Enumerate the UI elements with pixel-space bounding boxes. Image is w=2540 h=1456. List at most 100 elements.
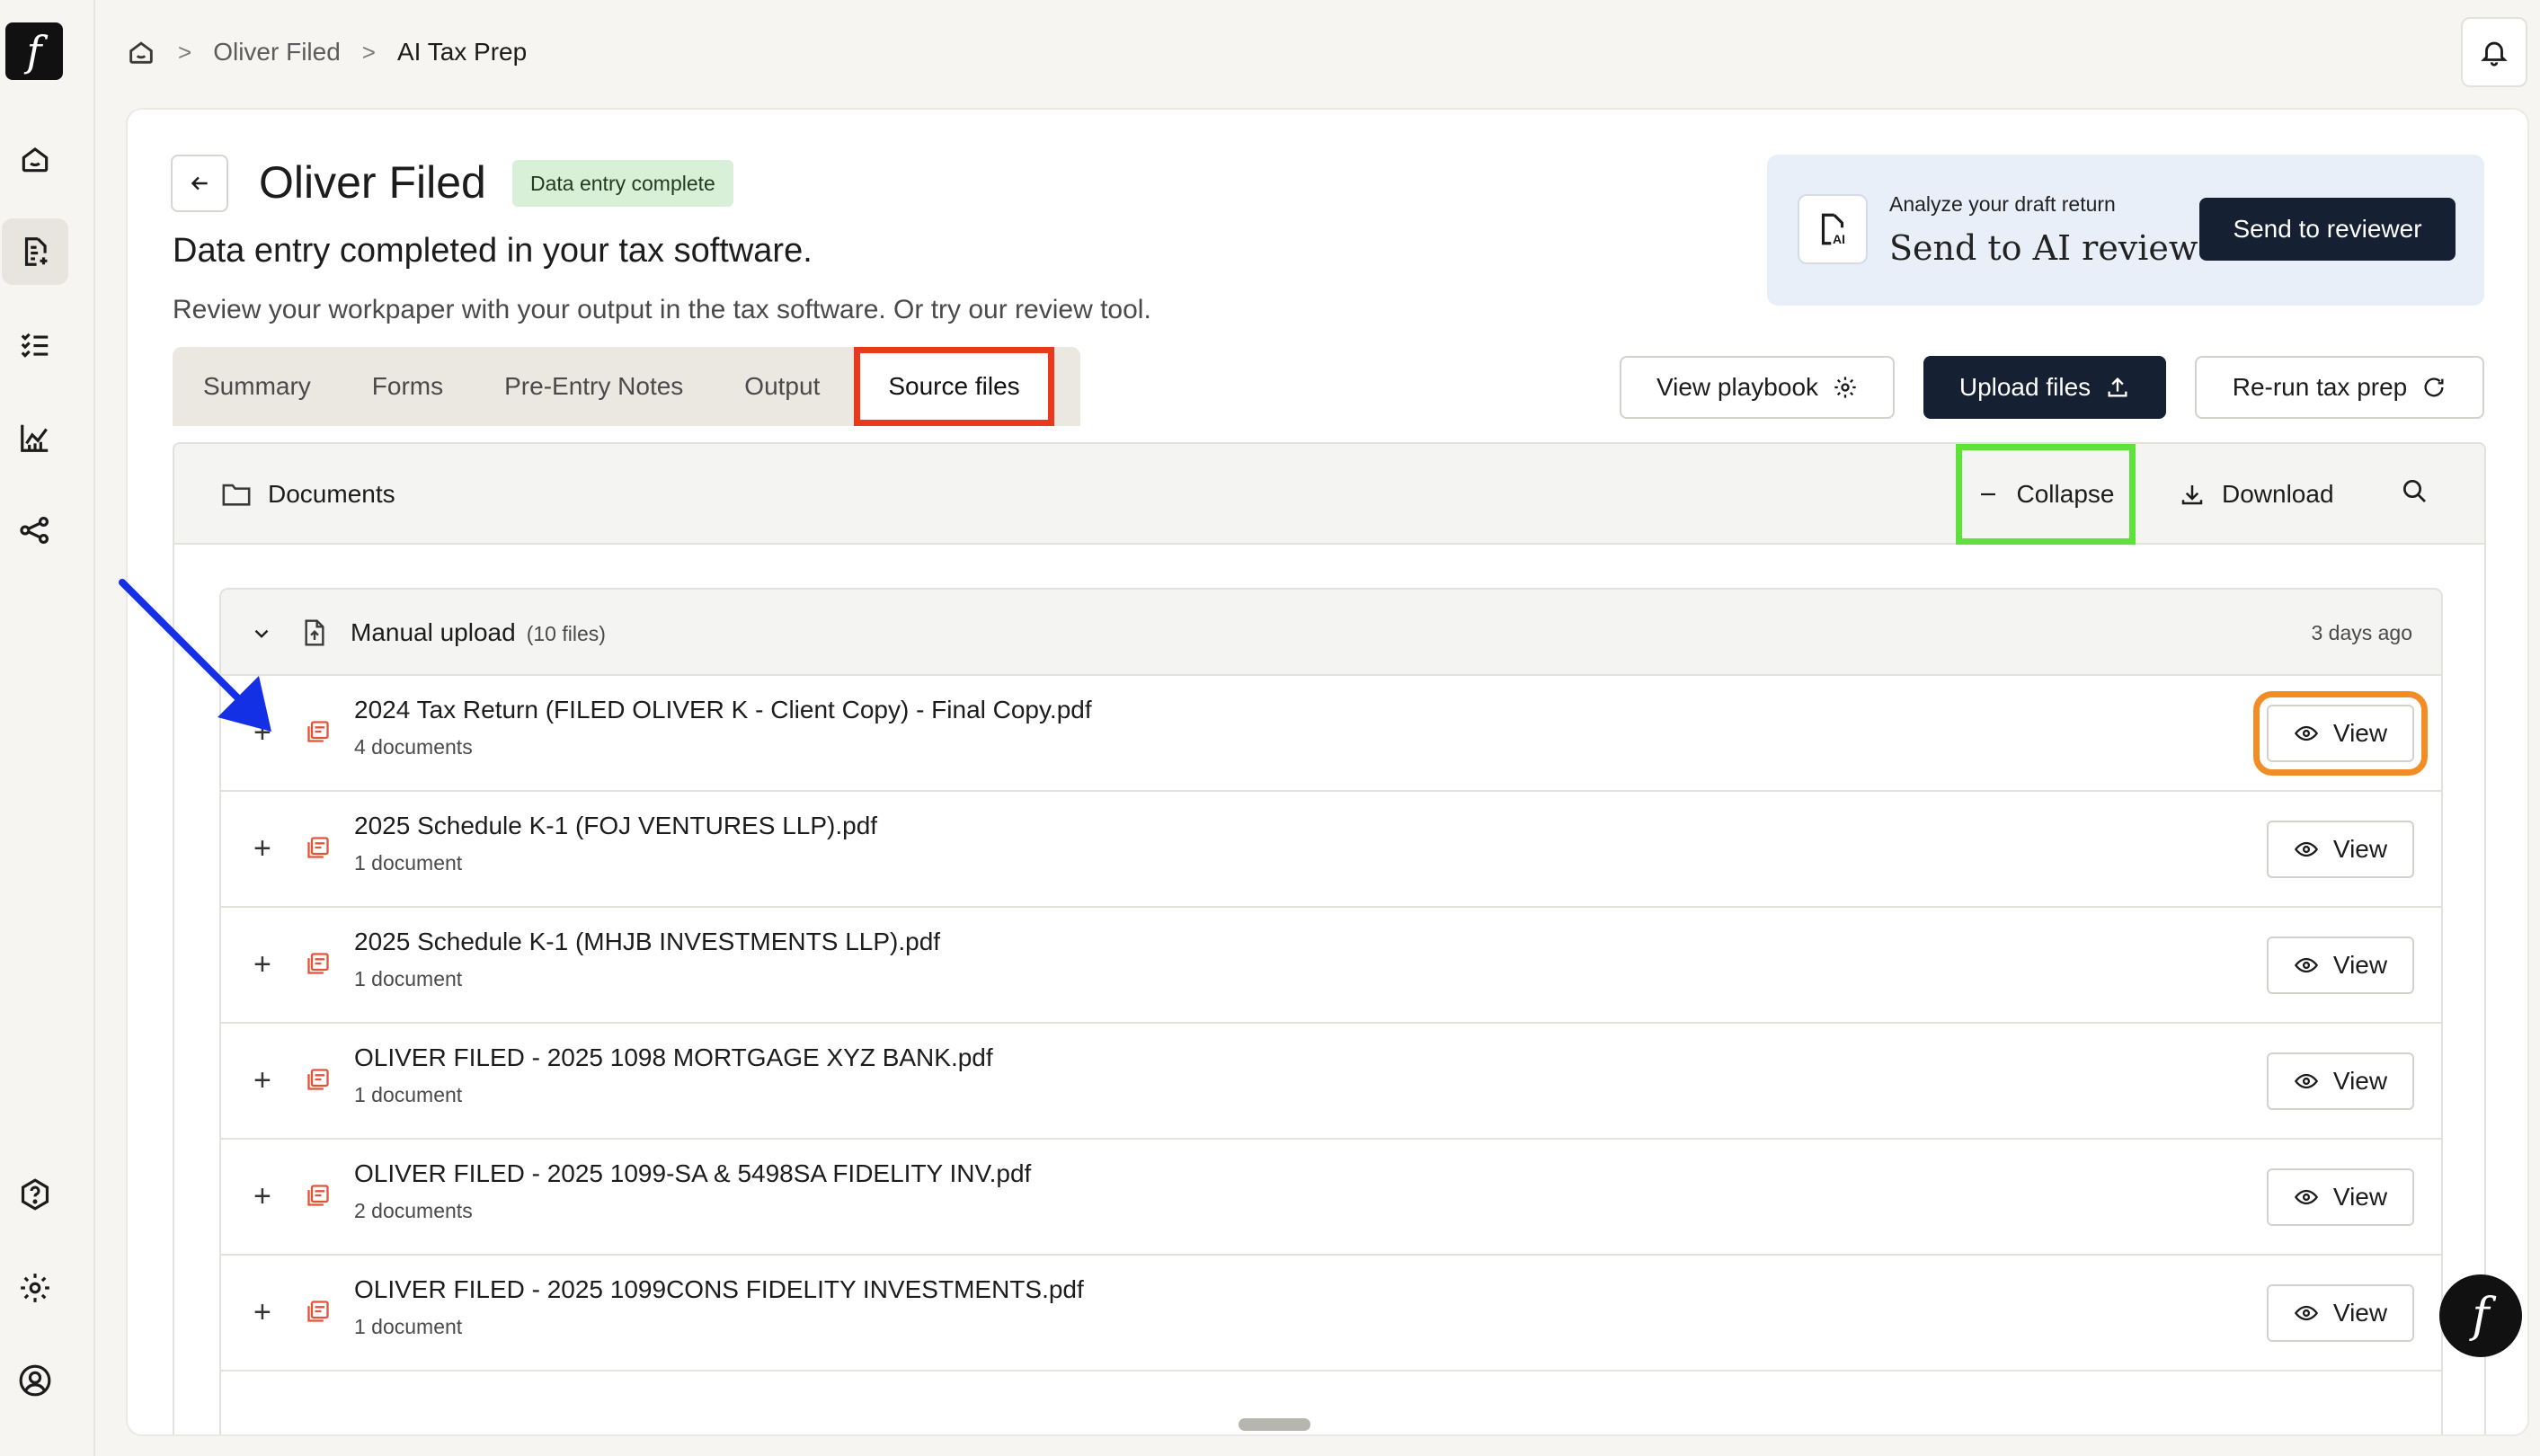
view-playbook-label: View playbook bbox=[1656, 373, 1819, 401]
assistant-fab[interactable]: f bbox=[2439, 1274, 2522, 1357]
expand-plus-icon[interactable]: + bbox=[253, 833, 271, 864]
download-icon bbox=[2179, 481, 2206, 508]
file-row[interactable]: + OLIVER FILED - 2025 1099-SA & 5498SA F… bbox=[221, 1140, 2441, 1256]
file-row[interactable]: + 2025 Schedule K-1 (FOJ VENTURES LLP).p… bbox=[221, 792, 2441, 908]
folder-icon bbox=[221, 481, 252, 508]
download-label: Download bbox=[2222, 480, 2334, 508]
view-label: View bbox=[2332, 835, 2388, 863]
refresh-icon bbox=[2421, 375, 2447, 400]
eye-icon bbox=[2294, 1069, 2319, 1094]
upload-icon bbox=[2105, 375, 2130, 400]
group-header[interactable]: Manual upload (10 files) 3 days ago bbox=[221, 590, 2441, 676]
settings-icon[interactable] bbox=[2, 1255, 68, 1321]
breadcrumb-current: AI Tax Prep bbox=[396, 38, 528, 66]
tab-pre-entry-notes[interactable]: Pre-Entry Notes bbox=[474, 347, 714, 426]
minus-icon bbox=[1977, 484, 1999, 505]
annotation-arrow-icon bbox=[117, 575, 279, 737]
view-button[interactable]: View bbox=[2267, 1052, 2414, 1110]
tab-forms[interactable]: Forms bbox=[342, 347, 474, 426]
eye-icon bbox=[2294, 953, 2319, 978]
file-name: 2025 Schedule K-1 (MHJB INVESTMENTS LLP)… bbox=[354, 928, 941, 955]
expand-plus-icon[interactable]: + bbox=[253, 1065, 271, 1096]
page-title: Oliver Filed bbox=[259, 157, 486, 208]
expand-plus-icon[interactable]: + bbox=[253, 1297, 271, 1327]
file-row[interactable]: + OLIVER FILED - 2025 1099CONS FIDELITY … bbox=[221, 1256, 2441, 1372]
pdf-file-icon bbox=[306, 719, 331, 744]
file-doc-count: 1 document bbox=[354, 1315, 463, 1338]
tab-summary[interactable]: Summary bbox=[173, 347, 342, 426]
file-doc-count: 1 document bbox=[354, 967, 463, 990]
pdf-file-icon bbox=[306, 835, 331, 860]
file-upload-icon bbox=[302, 618, 327, 647]
pdf-file-icon bbox=[306, 1299, 331, 1324]
resize-handle[interactable] bbox=[1239, 1418, 1310, 1431]
notifications-bell-icon[interactable] bbox=[2461, 17, 2527, 87]
download-button[interactable]: Download bbox=[2179, 480, 2334, 509]
file-row[interactable]: + 2024 Tax Return (FILED OLIVER K - Clie… bbox=[221, 676, 2441, 792]
profile-icon[interactable] bbox=[2, 1347, 68, 1414]
view-button[interactable]: View bbox=[2267, 1284, 2414, 1342]
svg-text:AI: AI bbox=[1833, 232, 1845, 246]
file-doc-count: 2 documents bbox=[354, 1199, 473, 1222]
arrow-left-icon bbox=[188, 172, 211, 195]
page-headline: Data entry completed in your tax softwar… bbox=[173, 232, 813, 270]
share-icon[interactable] bbox=[2, 497, 68, 564]
back-button[interactable] bbox=[171, 155, 228, 212]
group-title: Manual upload (10 files) bbox=[351, 618, 606, 647]
breadcrumb-client[interactable]: Oliver Filed bbox=[213, 38, 341, 67]
breadcrumb: > Oliver Filed > AI Tax Prep bbox=[126, 27, 527, 77]
upload-files-label: Upload files bbox=[1958, 373, 2092, 401]
analytics-icon[interactable] bbox=[2, 404, 68, 471]
upload-files-button[interactable]: Upload files bbox=[1923, 356, 2166, 419]
pdf-file-icon bbox=[306, 1183, 331, 1208]
view-label: View bbox=[2332, 1299, 2388, 1327]
documents-title-label: Documents bbox=[268, 480, 395, 508]
file-row[interactable]: + 2025 Schedule K-1 (MHJB INVESTMENTS LL… bbox=[221, 908, 2441, 1024]
sidebar: f bbox=[0, 0, 95, 1456]
view-playbook-button[interactable]: View playbook bbox=[1620, 356, 1895, 419]
breadcrumb-home-icon[interactable] bbox=[126, 37, 156, 67]
file-name: 2024 Tax Return (FILED OLIVER K - Client… bbox=[354, 696, 1092, 724]
ai-document-icon: AI bbox=[1798, 194, 1868, 264]
breadcrumb-separator: > bbox=[178, 38, 192, 66]
pdf-file-icon bbox=[306, 951, 331, 976]
view-button[interactable]: View bbox=[2267, 821, 2414, 878]
view-label: View bbox=[2332, 1067, 2388, 1095]
send-to-reviewer-button[interactable]: Send to reviewer bbox=[2199, 198, 2456, 261]
file-doc-count: 4 documents bbox=[354, 735, 473, 759]
tab-output[interactable]: Output bbox=[714, 347, 850, 426]
view-button[interactable]: View bbox=[2253, 691, 2428, 776]
ai-review-title: Send to AI review bbox=[1889, 228, 2198, 268]
expand-plus-icon[interactable]: + bbox=[253, 949, 271, 980]
view-button[interactable]: View bbox=[2267, 1168, 2414, 1226]
search-icon[interactable] bbox=[2400, 476, 2429, 505]
checklist-icon[interactable] bbox=[2, 311, 68, 377]
manual-upload-group: Manual upload (10 files) 3 days ago + 202… bbox=[219, 588, 2443, 1434]
file-name: OLIVER FILED - 2025 1099-SA & 5498SA FID… bbox=[354, 1159, 1032, 1187]
view-label: View bbox=[2332, 719, 2388, 747]
breadcrumb-separator: > bbox=[361, 38, 376, 66]
eye-icon bbox=[2294, 1301, 2319, 1326]
file-name: 2025 Schedule K-1 (FOJ VENTURES LLP).pdf bbox=[354, 812, 878, 839]
expand-plus-icon[interactable]: + bbox=[253, 1181, 271, 1212]
status-badge: Data entry complete bbox=[512, 160, 733, 207]
page-subline: Review your workpaper with your output i… bbox=[173, 295, 1151, 324]
rerun-tax-prep-button[interactable]: Re-run tax prep bbox=[2195, 356, 2484, 419]
eye-icon bbox=[2294, 721, 2319, 746]
file-name: OLIVER FILED - 2025 1098 MORTGAGE XYZ BA… bbox=[354, 1043, 993, 1071]
view-label: View bbox=[2332, 1183, 2388, 1211]
tax-document-icon[interactable] bbox=[2, 218, 68, 285]
tab-bar: Summary Forms Pre-Entry Notes Output Sou… bbox=[173, 347, 1080, 426]
view-button[interactable]: View bbox=[2267, 937, 2414, 994]
collapse-button[interactable]: Collapse bbox=[1956, 444, 2136, 545]
documents-header: Documents Collapse Download bbox=[174, 444, 2484, 545]
ai-review-label: Analyze your draft return bbox=[1889, 192, 2116, 216]
app-logo[interactable]: f bbox=[5, 22, 63, 80]
file-name: OLIVER FILED - 2025 1099CONS FIDELITY IN… bbox=[354, 1275, 1084, 1303]
eye-icon bbox=[2294, 837, 2319, 862]
main-panel: Oliver Filed Data entry complete Data en… bbox=[126, 108, 2529, 1436]
file-row[interactable]: + OLIVER FILED - 2025 1098 MORTGAGE XYZ … bbox=[221, 1024, 2441, 1140]
tab-source-files[interactable]: Source files bbox=[854, 347, 1054, 426]
help-icon[interactable] bbox=[2, 1161, 68, 1228]
home-icon[interactable] bbox=[2, 126, 68, 192]
